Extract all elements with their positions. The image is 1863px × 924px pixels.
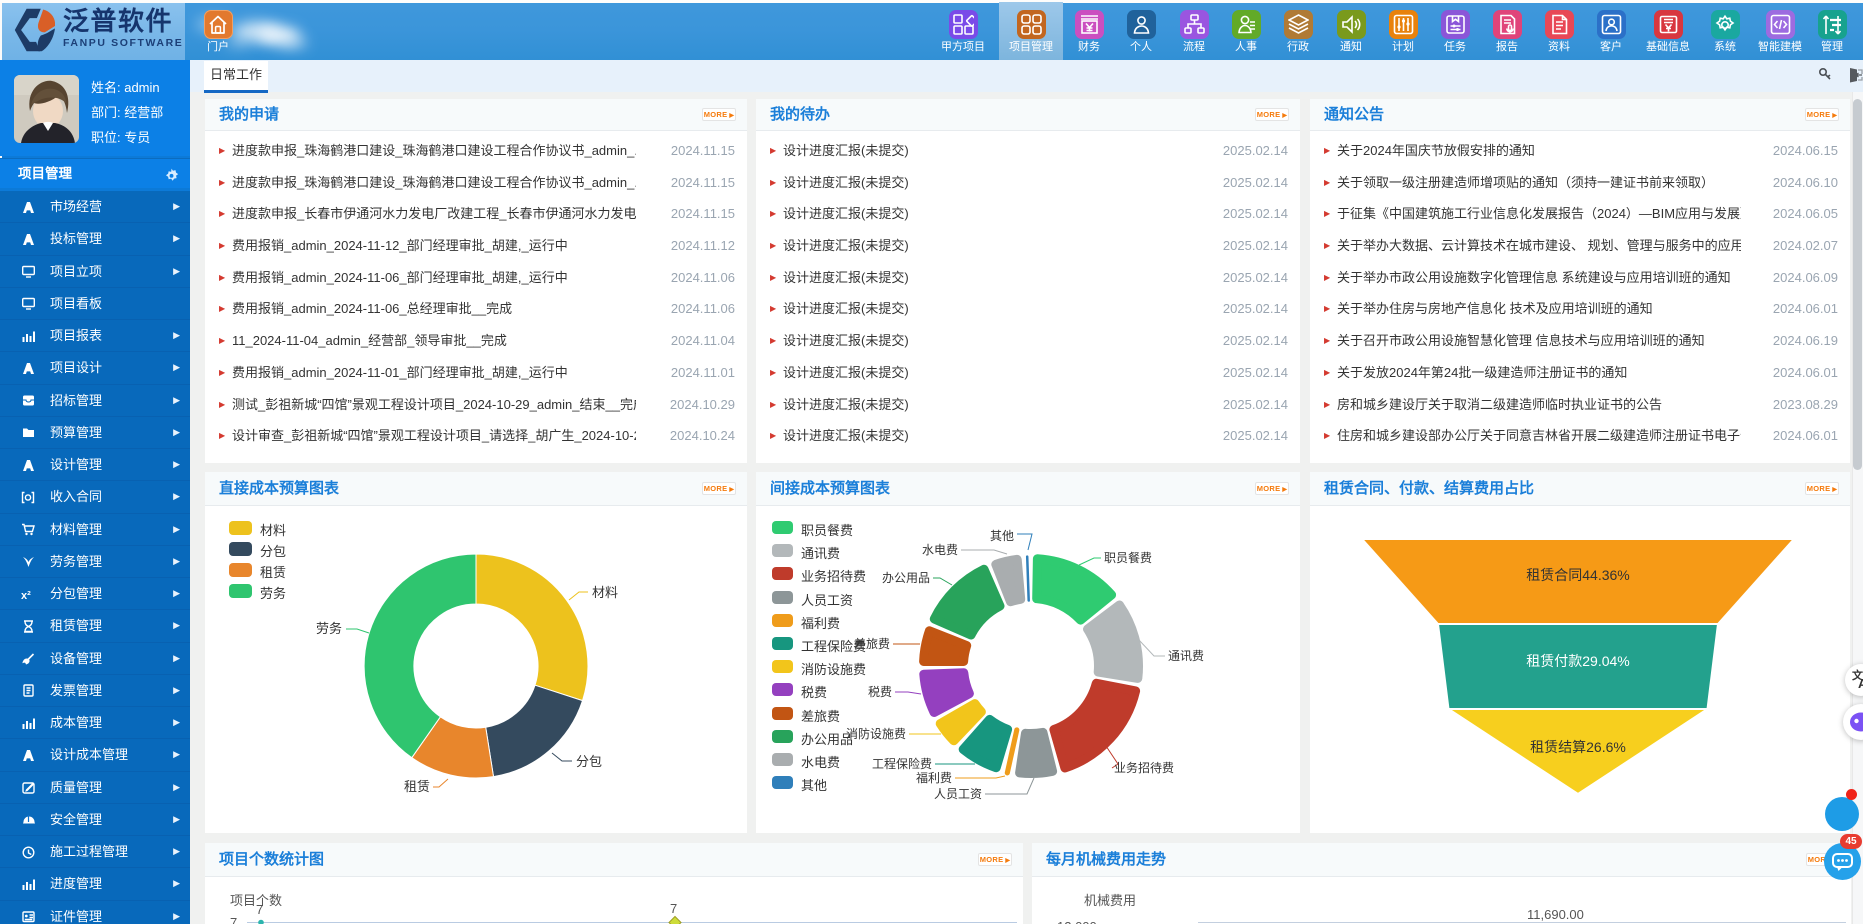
- svg-text:x²: x²: [21, 590, 31, 601]
- svg-text:工程保险费: 工程保险费: [872, 756, 932, 771]
- svg-text:租赁合同44.36%: 租赁合同44.36%: [1526, 567, 1629, 583]
- svg-text:福利费: 福利费: [916, 770, 952, 785]
- svg-text:租赁付款29.04%: 租赁付款29.04%: [1526, 653, 1629, 669]
- svg-text:水电费: 水电费: [922, 543, 958, 557]
- svg-text:业务招待费: 业务招待费: [1114, 760, 1174, 775]
- svg-text:材料: 材料: [592, 585, 618, 600]
- svg-text:租赁: 租赁: [404, 779, 430, 794]
- svg-text:税费: 税费: [868, 685, 892, 699]
- svg-text:办公用品: 办公用品: [882, 570, 930, 585]
- svg-text:职员餐费: 职员餐费: [1104, 550, 1152, 565]
- svg-text:劳务: 劳务: [316, 621, 342, 636]
- svg-text:人员工资: 人员工资: [934, 787, 982, 801]
- svg-text:租赁结算26.6%: 租赁结算26.6%: [1530, 739, 1626, 755]
- svg-text:通讯费: 通讯费: [1168, 649, 1204, 663]
- svg-text:分包: 分包: [576, 754, 602, 769]
- svg-text:消防设施费: 消防设施费: [846, 726, 906, 741]
- svg-text:A: A: [1858, 676, 1863, 691]
- svg-text:其他: 其他: [990, 529, 1014, 543]
